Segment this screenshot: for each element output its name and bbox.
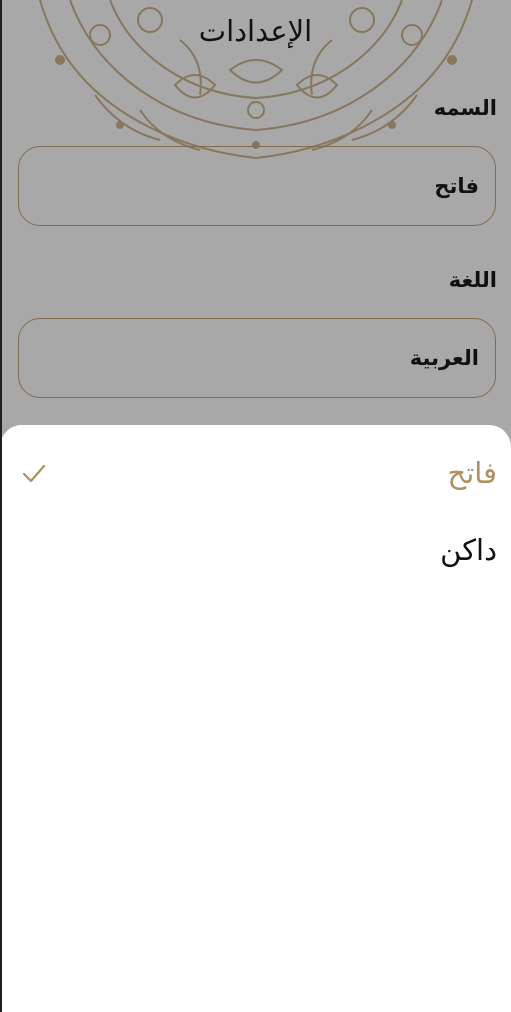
check-icon: [22, 464, 46, 483]
theme-option-light-label: فاتح: [447, 456, 498, 490]
theme-option-dark[interactable]: داكن: [0, 520, 511, 580]
theme-bottom-sheet: فاتح داكن: [0, 425, 511, 1012]
settings-screen: الإعدادات السمه فاتح اللغة العربية فاتح …: [0, 0, 511, 1012]
theme-option-light[interactable]: فاتح: [0, 443, 511, 503]
theme-option-dark-label: داكن: [440, 533, 497, 567]
screen-edge: [0, 0, 2, 1012]
empty-check-slot: [20, 536, 48, 564]
